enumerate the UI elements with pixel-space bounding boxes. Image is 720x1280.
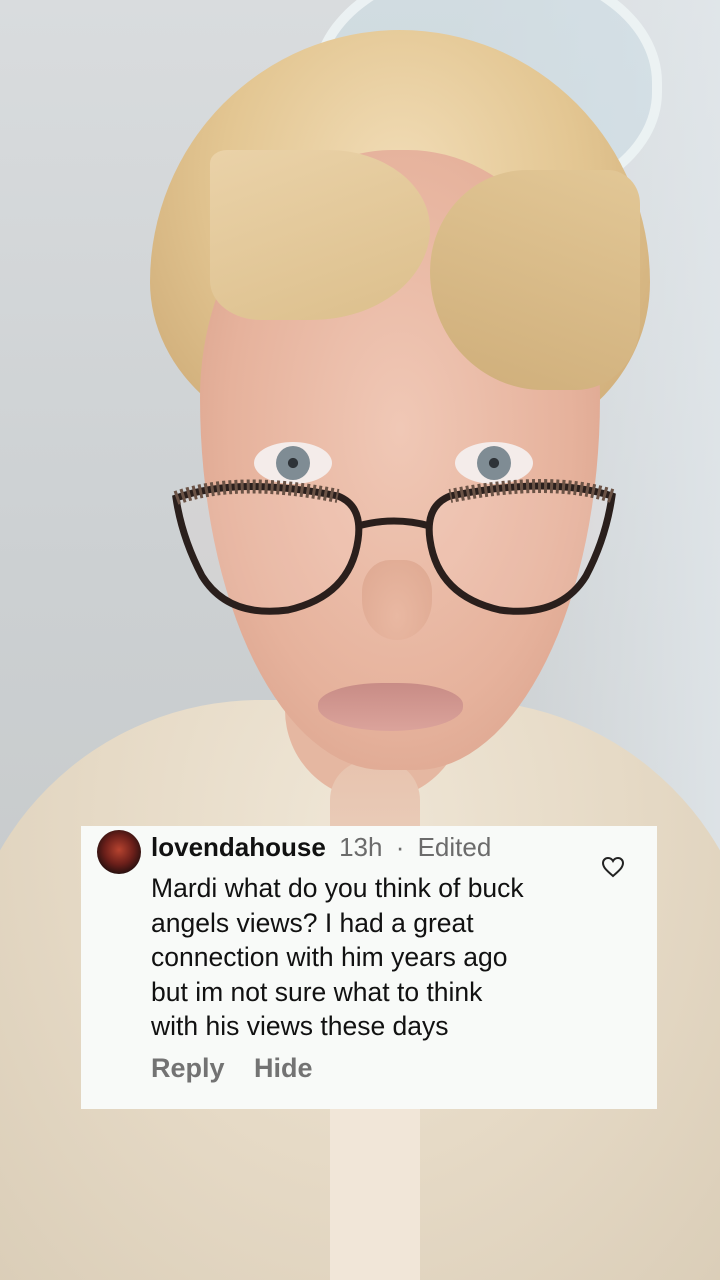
comment-line: angels views? I had a great <box>151 907 474 938</box>
avatar[interactable] <box>97 830 141 874</box>
lips <box>318 683 463 731</box>
comment-card: lovendahouse 13h · Edited Mardi what do … <box>81 826 657 1109</box>
cat-eye-glasses <box>172 479 616 615</box>
meta-separator: · <box>395 832 405 862</box>
comment-time: 13h <box>339 832 383 862</box>
reply-button[interactable]: Reply <box>151 1053 225 1084</box>
edited-label: Edited <box>417 832 492 862</box>
iris <box>276 446 310 480</box>
comment-header: lovendahouse 13h · Edited <box>151 832 491 862</box>
hide-button[interactable]: Hide <box>254 1053 313 1084</box>
iris <box>477 446 511 480</box>
comment-line: with his views these days <box>151 1011 449 1042</box>
comment-line: connection with him years ago <box>151 942 508 973</box>
comment-text: Mardi what do you think of buck angels v… <box>151 871 621 1044</box>
comment-username[interactable]: lovendahouse <box>151 832 326 862</box>
comment-line: Mardi what do you think of buck <box>151 873 524 903</box>
comment-line: but im not sure what to think <box>151 976 483 1007</box>
comment-actions: Reply Hide <box>151 1053 335 1084</box>
